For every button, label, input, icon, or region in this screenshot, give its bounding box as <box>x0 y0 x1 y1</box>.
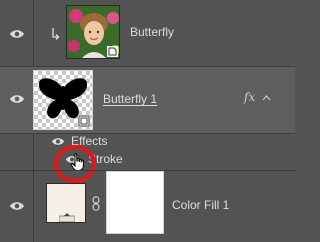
eye-icon[interactable] <box>9 201 25 211</box>
layer-name-color-fill-1: Color Fill 1 <box>172 198 230 212</box>
effects-row[interactable]: Effects <box>0 134 295 149</box>
layer-row-butterfly[interactable]: Butterfly <box>0 0 295 66</box>
layer-name-butterfly-1[interactable]: Butterfly 1 <box>103 92 157 106</box>
layer-row-color-fill-1[interactable]: Color Fill 1 <box>0 171 295 242</box>
layer-thumbnail-butterfly-shape <box>33 70 93 130</box>
vector-mask-icon <box>78 115 90 127</box>
layer-row-butterfly-1[interactable]: Butterfly 1 fx <box>0 67 295 133</box>
fill-adjustment-icon <box>59 213 75 222</box>
layer-name-butterfly: Butterfly <box>130 25 175 39</box>
stroke-effect-row[interactable]: Stroke <box>0 150 295 168</box>
clipping-arrow-icon <box>52 28 60 40</box>
color-fill-swatch[interactable] <box>46 183 86 223</box>
layer-thumbnail-photo <box>66 5 120 59</box>
layers-panel: Butterfly Butterfly 1 fx Effects Stroke … <box>0 0 295 242</box>
chevron-up-icon[interactable] <box>262 95 271 101</box>
eye-icon[interactable] <box>9 29 25 39</box>
fx-icon[interactable]: fx <box>244 90 255 104</box>
eye-icon[interactable] <box>9 94 25 104</box>
layer-mask-thumbnail[interactable] <box>106 171 164 234</box>
link-chain-icon[interactable] <box>92 196 100 211</box>
smart-object-icon <box>107 46 118 57</box>
